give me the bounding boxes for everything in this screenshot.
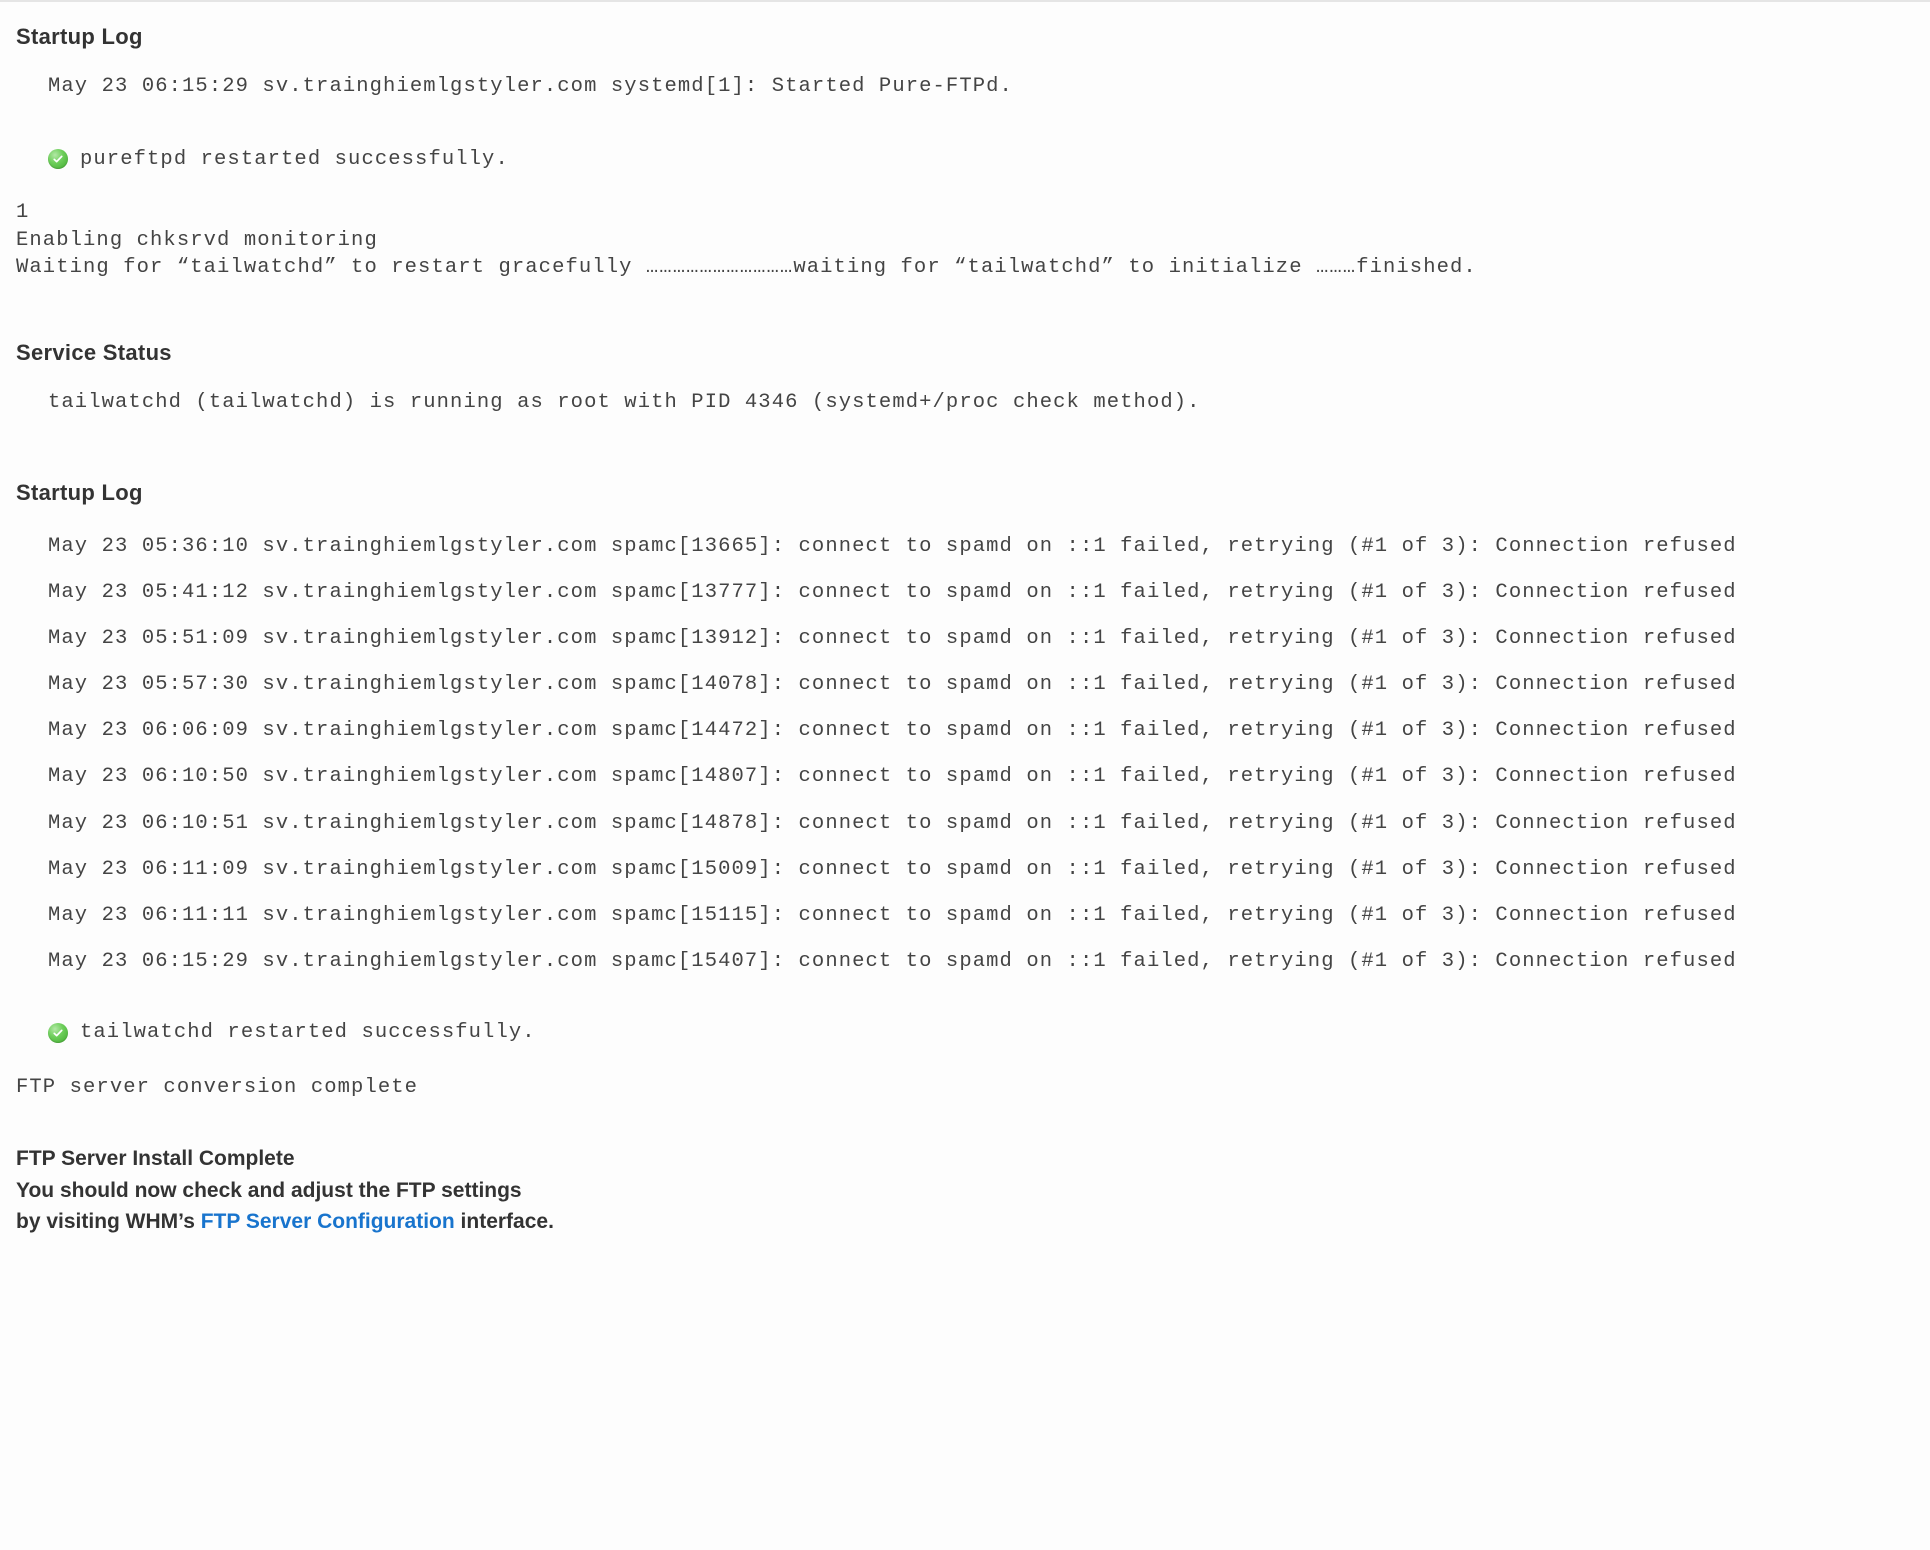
startup-log-heading-2: Startup Log [16, 480, 1914, 506]
service-status-heading: Service Status [16, 340, 1914, 366]
pureftpd-status-text: pureftpd restarted successfully. [80, 148, 509, 171]
mid-line-2: Enabling chksrvd monitoring [16, 229, 378, 252]
footer-line-2: You should now check and adjust the FTP … [16, 1175, 1914, 1207]
mid-info-block: 1 Enabling chksrvd monitoring Waiting fo… [16, 199, 1914, 282]
startup-log-heading-1: Startup Log [16, 24, 1914, 50]
mid-line-3: Waiting for “tailwatchd” to restart grac… [16, 256, 1477, 279]
pureftpd-status-row: pureftpd restarted successfully. [48, 148, 1914, 171]
tailwatchd-status-row: tailwatchd restarted successfully. [48, 1021, 1914, 1044]
install-complete-block: FTP Server Install Complete You should n… [16, 1143, 1914, 1238]
ftp-conversion-line: FTP server conversion complete [16, 1076, 1914, 1099]
footer-line-3-pre: by visiting WHM’s [16, 1210, 201, 1233]
tailwatchd-status-text: tailwatchd restarted successfully. [80, 1021, 536, 1044]
mid-line-1: 1 [16, 201, 29, 224]
startup-log-line-1: May 23 06:15:29 sv.trainghiemlgstyler.co… [48, 68, 1914, 106]
spamc-log-block: May 23 05:36:10 sv.trainghiemlgstyler.co… [48, 524, 1914, 985]
ftp-server-config-link[interactable]: FTP Server Configuration [201, 1210, 455, 1233]
success-check-icon [48, 149, 68, 169]
footer-line-1: FTP Server Install Complete [16, 1143, 1914, 1175]
page-container: Startup Log May 23 06:15:29 sv.trainghie… [0, 2, 1930, 1278]
service-status-line: tailwatchd (tailwatchd) is running as ro… [48, 384, 1914, 422]
success-check-icon [48, 1023, 68, 1043]
footer-line-3: by visiting WHM’s FTP Server Configurati… [16, 1206, 1914, 1238]
footer-line-3-post: interface. [455, 1210, 554, 1233]
